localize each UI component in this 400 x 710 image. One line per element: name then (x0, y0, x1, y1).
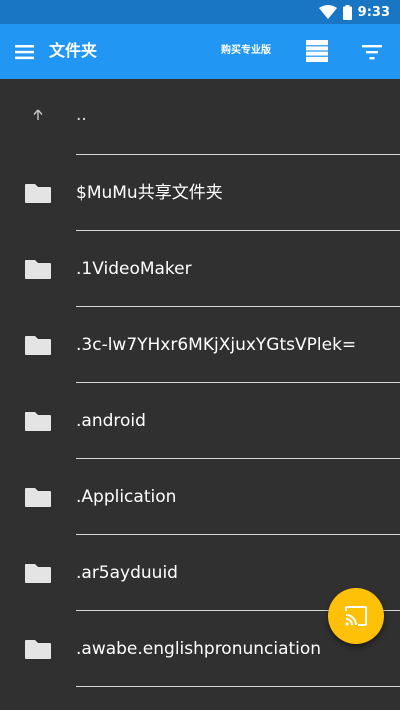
folder-item[interactable]: .1VideoMaker (0, 231, 400, 307)
status-time: 9:33 (357, 4, 390, 20)
folder-name: .ar5ayduuid (76, 563, 178, 583)
folder-item[interactable]: .Application (0, 459, 400, 535)
filter-sort-icon[interactable] (361, 41, 383, 63)
folder-name: .. (76, 105, 87, 125)
folder-name: .3c-lw7YHxr6MKjXjuxYGtsVPlek= (76, 335, 357, 355)
folder-name: .1VideoMaker (76, 259, 192, 279)
folder-name: .android (76, 411, 146, 431)
folder-item[interactable]: .3c-lw7YHxr6MKjXjuxYGtsVPlek= (0, 307, 400, 383)
folder-name: $MuMu共享文件夹 (76, 183, 223, 203)
cast-icon (345, 606, 367, 626)
folder-icon (25, 336, 51, 355)
app-title: 文件夹 (49, 41, 98, 60)
hamburger-menu-icon[interactable] (14, 42, 36, 62)
folder-icon (25, 564, 51, 583)
arrow-up-icon (33, 109, 43, 120)
folder-name: .Application (76, 487, 177, 507)
battery-icon (342, 4, 352, 20)
folder-item[interactable]: .android (0, 383, 400, 459)
app-bar: 文件夹 购买专业版 (0, 24, 400, 79)
folder-item[interactable]: $MuMu共享文件夹 (0, 155, 400, 231)
folder-icon (25, 640, 51, 659)
list-view-icon[interactable] (305, 39, 329, 63)
parent-directory-item[interactable]: .. (0, 79, 400, 155)
buy-pro-button[interactable]: 购买专业版 (212, 43, 280, 59)
folder-name: .awabe.englishpronunciation (76, 639, 322, 659)
folder-icon (25, 184, 51, 203)
folder-icon (25, 412, 51, 431)
folder-icon (25, 260, 51, 279)
divider (76, 686, 400, 687)
status-icons: 9:33 (318, 4, 390, 20)
cast-fab-button[interactable] (328, 588, 384, 644)
status-bar: 9:33 (0, 0, 400, 24)
wifi-icon (318, 5, 337, 19)
folder-icon (25, 488, 51, 507)
